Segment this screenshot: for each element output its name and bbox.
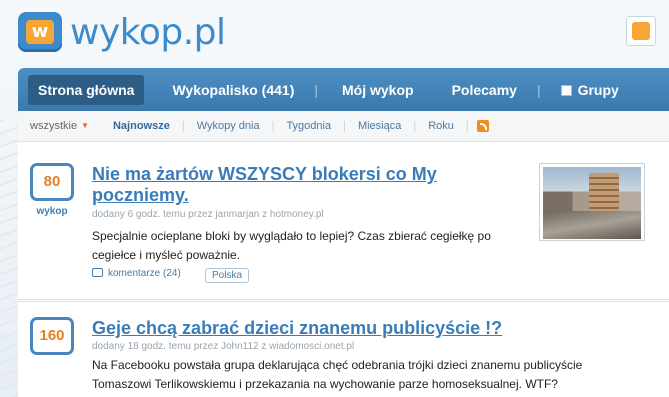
nav-my-wykop[interactable]: Mój wykop — [332, 75, 424, 105]
sub-nav: wszystkie ▼ Najnowsze | Wykopy dnia | Tyg… — [18, 111, 669, 142]
subnav-separator: | — [465, 120, 469, 132]
entry-title[interactable]: Nie ma żartów WSZYSCY blokersi co My poc… — [92, 164, 462, 206]
user-avatar-icon[interactable] — [626, 16, 656, 46]
logo-glyph: w — [26, 20, 54, 44]
logo-icon: w — [18, 12, 62, 52]
vote-count[interactable]: 80 — [30, 163, 74, 201]
nav-home[interactable]: Strona główna — [28, 74, 145, 105]
entry-description: Na Facebooku powstała grupa deklarująca … — [92, 358, 583, 391]
wykop-button[interactable]: wykop — [30, 206, 74, 217]
nav-groups[interactable]: Grupy — [551, 75, 629, 105]
site-logo[interactable]: w wykop.pl — [18, 10, 226, 54]
nav-separator: | — [536, 81, 541, 98]
logo-text: wykop.pl — [70, 11, 226, 53]
list-item: 80 wykop Nie ma żartów WSZYSCY blokersi … — [18, 142, 669, 302]
nav-polecamy[interactable]: Polecamy — [442, 75, 527, 105]
comment-icon — [92, 268, 103, 277]
filter-dropdown[interactable]: wszystkie ▼ — [18, 120, 101, 132]
nav-groups-label: Grupy — [577, 81, 619, 98]
filter-label: wszystkie — [30, 120, 78, 132]
vote-count[interactable]: 160 — [30, 317, 74, 355]
subnav-newest[interactable]: Najnowsze — [101, 120, 182, 132]
nav-wykopalisko[interactable]: Wykopalisko (441) — [162, 75, 304, 105]
avatar-glyph — [632, 22, 650, 40]
main-nav: Strona główna Wykopalisko (441) | Mój wy… — [18, 68, 669, 111]
entry-thumbnail[interactable] — [539, 163, 645, 241]
subnav-year[interactable]: Roku — [416, 120, 466, 132]
subnav-day[interactable]: Wykopy dnia — [185, 120, 272, 132]
comments-label: komentarze (24) — [108, 268, 181, 279]
entry-title[interactable]: Geje chcą zabrać dzieci znanemu publicyś… — [92, 318, 502, 339]
subnav-week[interactable]: Tygodnia — [274, 120, 343, 132]
groups-icon — [560, 84, 572, 96]
entry-description: Specjalnie ocieplane bloki by wyglądało … — [92, 229, 491, 262]
entry-meta: dodany 18 godz. temu przez John112 z wia… — [92, 341, 355, 352]
rss-icon[interactable] — [476, 120, 489, 132]
caret-down-icon: ▼ — [81, 121, 89, 130]
subnav-month[interactable]: Miesiąca — [346, 120, 413, 132]
entry-meta: dodany 6 godz. temu przez janmarjan z ho… — [92, 209, 324, 220]
thumbnail-image — [543, 167, 641, 239]
comments-link[interactable]: komentarze (24) — [92, 268, 181, 279]
nav-separator: | — [314, 81, 318, 98]
tag-badge[interactable]: Polska — [205, 268, 250, 283]
